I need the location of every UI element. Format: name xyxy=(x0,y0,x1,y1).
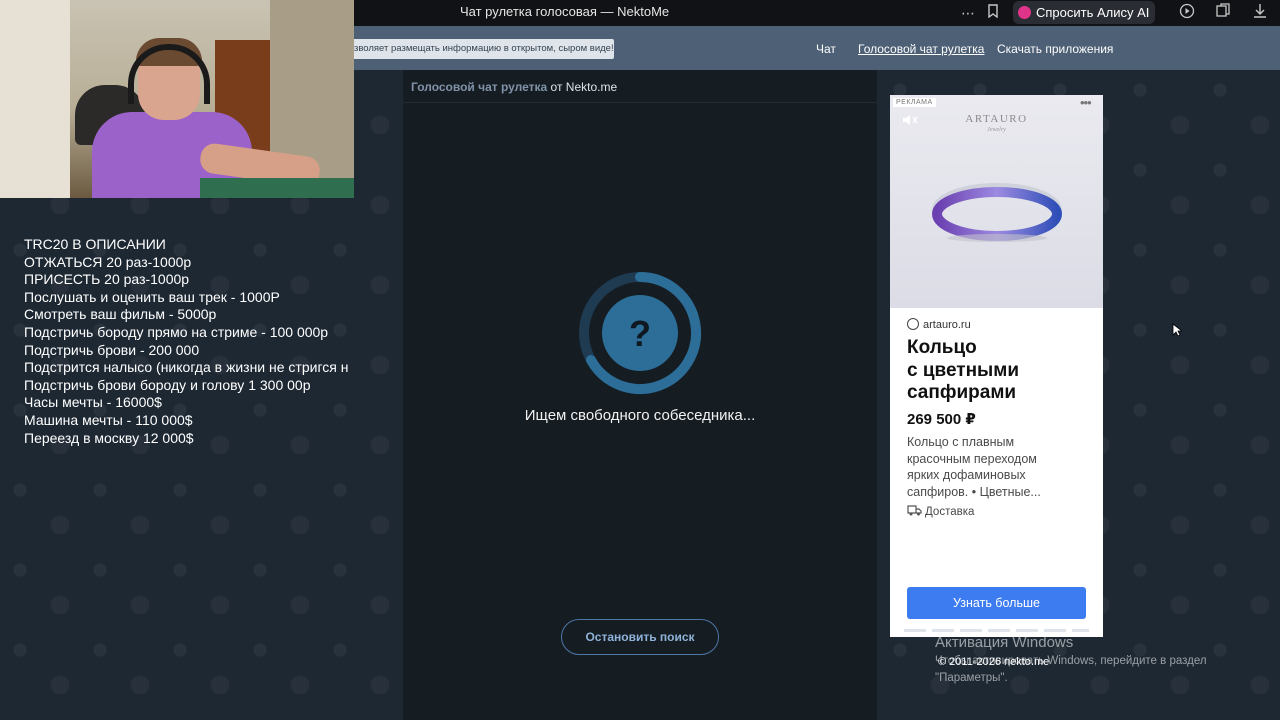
chat-panel: Голосовой чат рулетка от Nekto.me ? Ищем… xyxy=(403,70,877,720)
nav-link-chat[interactable]: Чат xyxy=(816,42,836,56)
ad-slide-indicator xyxy=(904,629,1089,632)
donation-line: Послушать и оценить ваш трек - 1000Р xyxy=(24,288,280,305)
divider xyxy=(403,102,877,103)
ad-title[interactable]: Кольцо с цветными сапфирами xyxy=(907,337,1092,405)
alice-icon xyxy=(1018,6,1031,19)
truck-icon xyxy=(907,505,922,516)
donation-line: Часы мечты - 16000$ xyxy=(24,394,162,411)
donation-line: Подстричь бороду прямо на стриме - 100 0… xyxy=(24,323,329,340)
ad-desc-line: красочным переходом xyxy=(907,451,1037,466)
copyright: © 2011-2026 nekto.me xyxy=(938,656,1050,668)
donation-line: ПРИСЕСТЬ 20 раз-1000р xyxy=(24,271,190,288)
ad-badge: РЕКЛАМА xyxy=(893,98,936,107)
tab-title: Чат рулетка голосовая — NektoMe xyxy=(460,4,670,19)
breadcrumb-site: от Nekto.me xyxy=(547,80,618,94)
ad-domain[interactable]: artauro.ru xyxy=(907,318,971,331)
searching-spinner-icon: ? xyxy=(579,272,702,394)
ad-image[interactable]: РЕКЛАМА ••• ARTAURO Jewelry xyxy=(890,95,1103,308)
download-icon[interactable] xyxy=(1250,3,1270,23)
ad-desc-line: ярких дофаминовых xyxy=(907,468,1026,483)
stop-search-button[interactable]: Остановить поиск xyxy=(561,619,719,655)
breadcrumb-voice-chat-link[interactable]: Голосовой чат рулетка xyxy=(411,80,547,94)
donation-line: TRC20 В ОПИСАНИИ xyxy=(24,236,166,252)
donation-line: ОТЖАТЬСЯ 20 раз-1000р xyxy=(24,253,192,270)
ask-alice-label: Спросить Алису AI xyxy=(1036,5,1150,20)
donation-line: Подстрится налысо (никогда в жизни не ст… xyxy=(24,359,349,376)
play-icon[interactable] xyxy=(1177,3,1197,23)
ask-alice-button[interactable]: Спросить Алису AI xyxy=(1013,1,1155,24)
mouse-cursor-icon xyxy=(1172,323,1182,337)
ad-more-icon[interactable]: ••• xyxy=(1080,95,1092,110)
ad-title-line: Кольцо xyxy=(907,337,977,358)
ad-description: Кольцо с плавным красочным переходом ярк… xyxy=(907,434,1092,500)
ad-title-line: сапфирами xyxy=(907,382,1017,403)
donation-line: Переезд в москву 12 000$ xyxy=(24,429,194,446)
webcam-feed xyxy=(0,0,354,198)
windows-activation-text: "Параметры". xyxy=(935,672,1008,684)
ad-desc-line: сапфиров. • Цветные... xyxy=(907,484,1041,499)
ad-price: 269 500 ₽ xyxy=(907,411,976,428)
nav-link-download-apps[interactable]: Скачать приложения xyxy=(997,42,1113,56)
artauro-logo-icon xyxy=(907,318,919,330)
more-icon[interactable]: ⋯ xyxy=(958,3,978,23)
notice-banner: зволяет размещать информацию в открытом,… xyxy=(352,39,614,59)
ad-title-line: с цветными xyxy=(907,359,1020,381)
question-mark: ? xyxy=(629,313,651,354)
donation-line: Подстричь брови - 200 000 xyxy=(24,341,200,358)
donation-line: Машина мечты - 110 000$ xyxy=(24,411,193,428)
breadcrumb: Голосовой чат рулетка от Nekto.me xyxy=(411,80,617,94)
ad-delivery-label: Доставка xyxy=(925,506,975,518)
search-status: Ищем свободного собеседника... xyxy=(524,407,756,424)
donation-line: Смотреть ваш фильм - 5000р xyxy=(24,306,217,323)
bookmark-icon[interactable] xyxy=(983,3,1003,23)
ad-card[interactable]: РЕКЛАМА ••• ARTAURO Jewelry artauro.ru К… xyxy=(890,95,1103,637)
stream-donation-list: TRC20 В ОПИСАНИИ ОТЖАТЬСЯ 20 раз-1000р П… xyxy=(24,236,376,447)
ad-desc-line: Кольцо с плавным xyxy=(907,435,1015,449)
nav-link-voice-chat[interactable]: Голосовой чат рулетка xyxy=(858,42,984,56)
donation-line: Подстричь брови бороду и голову 1 300 00… xyxy=(24,376,311,393)
collections-icon[interactable] xyxy=(1213,3,1233,23)
ad-brand-sub: Jewelry xyxy=(987,127,1006,133)
ring-image xyxy=(932,183,1062,242)
ad-brand-logo: ARTAURO xyxy=(965,113,1028,125)
ad-domain-label: artauro.ru xyxy=(923,319,971,331)
windows-activation-title: Активация Windows xyxy=(935,634,1074,651)
learn-more-button[interactable]: Узнать больше xyxy=(907,587,1086,619)
ad-delivery: Доставка xyxy=(907,505,974,518)
